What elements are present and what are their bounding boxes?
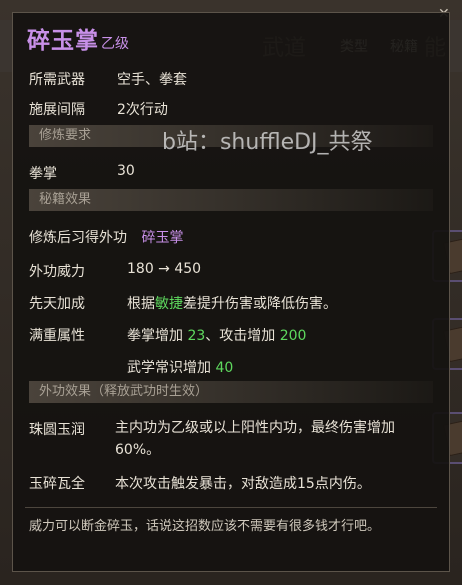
full-value-1: 拳掌增加 23、攻击增加 200 <box>127 325 306 345</box>
power-row: 外功威力 180 → 450 <box>29 261 201 281</box>
req-skill-label: 拳掌 <box>29 166 57 182</box>
watermark: b站：shuffleDJ_共祭 <box>162 130 373 155</box>
item-tooltip: 碎玉掌 乙级 所需武器 空手、拳套 施展间隔 2次行动 修炼要求 拳掌 30 秘籍… <box>12 12 450 572</box>
power-label: 外功威力 <box>29 264 85 280</box>
learn-row: 修炼后习得外功 碎玉掌 <box>29 227 183 247</box>
weapon-label: 所需武器 <box>29 72 85 88</box>
full-1b: 、攻击增加 <box>205 328 280 344</box>
title-row: 碎玉掌 乙级 <box>27 21 129 55</box>
full-1b-val: 200 <box>279 328 307 344</box>
effect1-label: 珠圆玉润 <box>29 422 85 438</box>
flavor-text: 威力可以断金碎玉，话说这招数应该不需要有很多钱才行吧。 <box>29 519 381 534</box>
interval-row: 施展间隔 2次行动 <box>29 99 168 119</box>
innate-stat: 敏捷 <box>155 296 183 312</box>
full-value-2: 武学常识增加 40 <box>127 357 233 377</box>
interval-value: 2次行动 <box>117 102 168 118</box>
effect2-text: 本次攻击触发暴击，对敌造成15点内伤。 <box>115 476 371 492</box>
effect2-label: 玉碎瓦全 <box>29 476 85 492</box>
effect1-text: 主内功为乙级或以上阳性内功，最终伤害增加60%。 <box>115 420 395 458</box>
item-grade: 乙级 <box>101 36 129 52</box>
interval-label: 施展间隔 <box>29 102 85 118</box>
req-skill-row: 拳掌 30 <box>29 163 135 183</box>
full-1a-val: 23 <box>187 328 206 344</box>
full-2-val: 40 <box>215 360 234 376</box>
innate-prefix: 根据 <box>127 296 155 312</box>
effect2-row: 玉碎瓦全 本次攻击触发暴击，对敌造成15点内伤。 <box>29 473 371 493</box>
innate-value: 根据敏捷差提升伤害或降低伤害。 <box>127 293 337 313</box>
req-skill-value: 30 <box>117 163 135 179</box>
weapon-row: 所需武器 空手、拳套 <box>29 69 187 89</box>
section-effects: 秘籍效果 <box>29 189 433 211</box>
effect1-row: 珠圆玉润 <box>29 419 85 439</box>
item-name: 碎玉掌 <box>27 28 99 54</box>
weapon-value: 空手、拳套 <box>117 72 187 88</box>
full-2: 武学常识增加 <box>127 360 216 376</box>
innate-label: 先天加成 <box>29 296 85 312</box>
innate-row: 先天加成 根据敏捷差提升伤害或降低伤害。 <box>29 293 337 313</box>
section-external-effects: 外功效果（释放武功时生效） <box>29 381 433 403</box>
full-label: 满重属性 <box>29 328 85 344</box>
learn-value: 碎玉掌 <box>141 230 184 246</box>
learn-label: 修炼后习得外功 <box>29 230 127 246</box>
power-value: 180 → 450 <box>127 261 202 277</box>
innate-suffix: 差提升伤害或降低伤害。 <box>183 296 337 312</box>
full-row-1: 满重属性 拳掌增加 23、攻击增加 200 <box>29 325 306 345</box>
full-1a: 拳掌增加 <box>127 328 188 344</box>
divider <box>25 507 437 508</box>
